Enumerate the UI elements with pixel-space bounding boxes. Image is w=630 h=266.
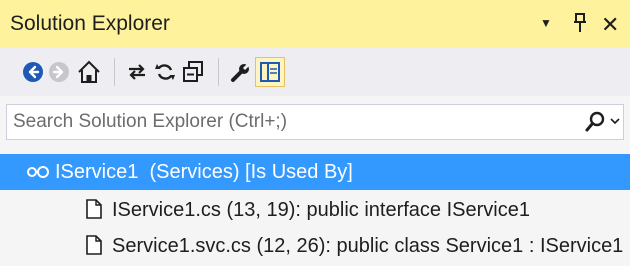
refresh-button[interactable]	[150, 57, 180, 87]
close-icon[interactable]: ✕	[601, 12, 619, 38]
sync-button[interactable]	[122, 57, 152, 87]
infinity-link-icon	[27, 166, 49, 178]
tree-item-label: IService1 (Services) [Is Used By]	[55, 161, 353, 183]
window-position-dropdown-icon[interactable]: ▼	[540, 16, 552, 30]
home-button[interactable]	[74, 57, 104, 87]
sync-icon	[129, 64, 145, 80]
collapse-all-button[interactable]	[178, 57, 208, 87]
tree-item-label: Service1.svc.cs (12, 26): public class S…	[112, 235, 624, 257]
search-input[interactable]	[13, 105, 573, 139]
toolbar-separator	[114, 58, 115, 86]
document-icon	[86, 199, 102, 219]
properties-button[interactable]	[226, 57, 256, 87]
search-options-chevron-icon[interactable]	[610, 113, 620, 129]
tree-item[interactable]: Service1.svc.cs (12, 26): public class S…	[0, 228, 630, 264]
tree-item-root[interactable]: IService1 (Services) [Is Used By]	[0, 154, 630, 190]
panel-title: Solution Explorer	[10, 12, 170, 35]
solution-tree: IService1 (Services) [Is Used By] IServi…	[0, 148, 630, 266]
search-box	[6, 104, 624, 140]
preview-button[interactable]	[255, 57, 285, 87]
search-icon[interactable]	[585, 111, 605, 133]
pin-icon[interactable]	[572, 12, 588, 40]
tree-item-label: IService1.cs (13, 19): public interface …	[112, 199, 530, 221]
title-bar: Solution Explorer ▼ ✕	[0, 0, 630, 48]
home-icon	[78, 60, 100, 83]
document-icon	[86, 235, 102, 255]
preview-icon	[260, 62, 280, 82]
forward-button[interactable]	[44, 57, 74, 87]
back-icon	[23, 62, 43, 82]
toolbar-separator	[218, 58, 219, 86]
collapse-all-icon	[183, 61, 203, 82]
toolbar	[0, 48, 630, 96]
properties-wrench-icon	[231, 60, 253, 82]
refresh-icon	[155, 64, 175, 80]
solution-explorer-panel: Solution Explorer ▼ ✕ Search Solution Ex…	[0, 0, 630, 266]
forward-icon	[49, 62, 69, 82]
tree-item[interactable]: IService1.cs (13, 19): public interface …	[0, 192, 630, 228]
